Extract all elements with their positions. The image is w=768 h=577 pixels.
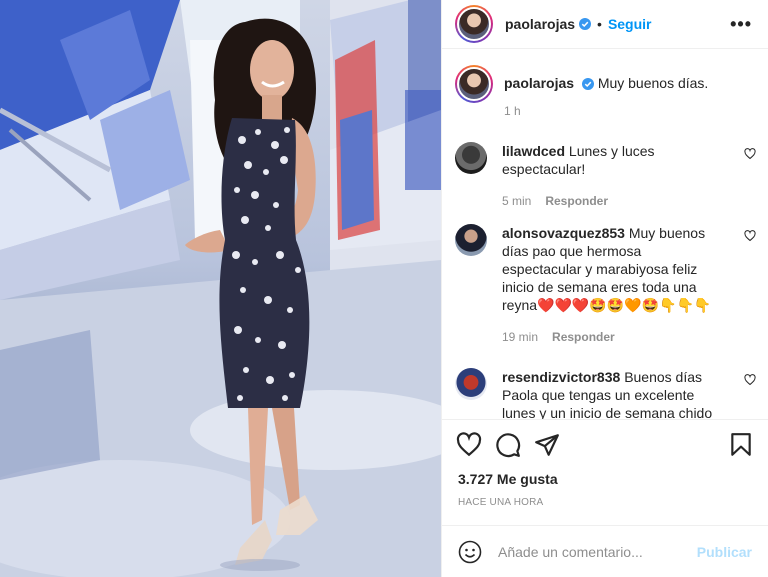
share-icon[interactable]	[534, 432, 560, 458]
likes-count[interactable]: 3.727 Me gusta	[442, 467, 768, 491]
commenter-avatar[interactable]	[455, 142, 487, 174]
commenter-avatar[interactable]	[455, 224, 487, 256]
heart-icon[interactable]	[456, 432, 482, 458]
post-actions-bar	[442, 419, 768, 470]
caption-meta: 1 h	[504, 102, 726, 120]
post-side-panel: paolarojas • Seguir ••• paolarojas Muy b…	[441, 0, 768, 577]
comment-body: resendizvictor838 Buenos días Paola que …	[502, 368, 724, 419]
follow-button[interactable]: Seguir	[608, 16, 652, 32]
instagram-post: paolarojas • Seguir ••• paolarojas Muy b…	[0, 0, 768, 577]
comment-row: alonsovazquez853 Muy buenos días pao que…	[455, 224, 756, 346]
emoji-icon[interactable]	[458, 540, 482, 564]
caption-age: 1 h	[504, 104, 521, 118]
author-username[interactable]: paolarojas	[505, 16, 575, 32]
comment-username[interactable]: lilawdced	[502, 143, 565, 159]
post-header: paolarojas • Seguir •••	[442, 0, 768, 49]
comment-row: resendizvictor838 Buenos días Paola que …	[455, 368, 756, 419]
comment-meta: 19 min Responder	[502, 328, 724, 346]
post-timestamp[interactable]: HACE UNA HORA	[442, 493, 768, 513]
comment-username[interactable]: resendizvictor838	[502, 369, 620, 385]
comment-input[interactable]	[496, 542, 697, 561]
reply-button[interactable]: Responder	[552, 330, 615, 344]
comment-meta: 5 min Responder	[502, 192, 724, 210]
caption-username[interactable]: paolarojas	[504, 75, 574, 91]
comment-heart-icon[interactable]	[744, 230, 756, 242]
caption-avatar[interactable]	[455, 65, 493, 103]
comment-icon[interactable]	[495, 432, 521, 458]
comment-body: lilawdced Lunes y luces espectacular! 5 …	[502, 142, 724, 210]
comments-list[interactable]: paolarojas Muy buenos días. 1 h lilawdce…	[442, 49, 768, 419]
caption-text: Muy buenos días.	[597, 75, 709, 91]
bookmark-icon[interactable]	[728, 432, 754, 458]
comment-username[interactable]: alonsovazquez853	[502, 225, 625, 241]
verified-badge-icon	[579, 18, 592, 30]
photo-illustration	[0, 0, 441, 577]
commenter-avatar[interactable]	[455, 368, 487, 400]
post-photo[interactable]	[0, 0, 441, 577]
verified-badge-icon	[581, 78, 594, 91]
caption-row: paolarojas Muy buenos días. 1 h	[455, 65, 752, 120]
comment-age: 19 min	[502, 330, 539, 344]
comment-age: 5 min	[502, 194, 532, 208]
comment-heart-icon[interactable]	[744, 374, 756, 386]
author-avatar[interactable]	[455, 5, 493, 43]
reply-button[interactable]: Responder	[545, 194, 608, 208]
comment-heart-icon[interactable]	[744, 148, 756, 160]
separator-dot: •	[597, 16, 602, 32]
comment-row: lilawdced Lunes y luces espectacular! 5 …	[455, 142, 756, 210]
caption-body: paolarojas Muy buenos días. 1 h	[504, 65, 726, 120]
comment-body: alonsovazquez853 Muy buenos días pao que…	[502, 224, 724, 346]
add-comment-bar: Publicar	[442, 525, 768, 577]
more-options-icon[interactable]: •••	[730, 14, 752, 35]
publish-button[interactable]: Publicar	[697, 544, 752, 560]
